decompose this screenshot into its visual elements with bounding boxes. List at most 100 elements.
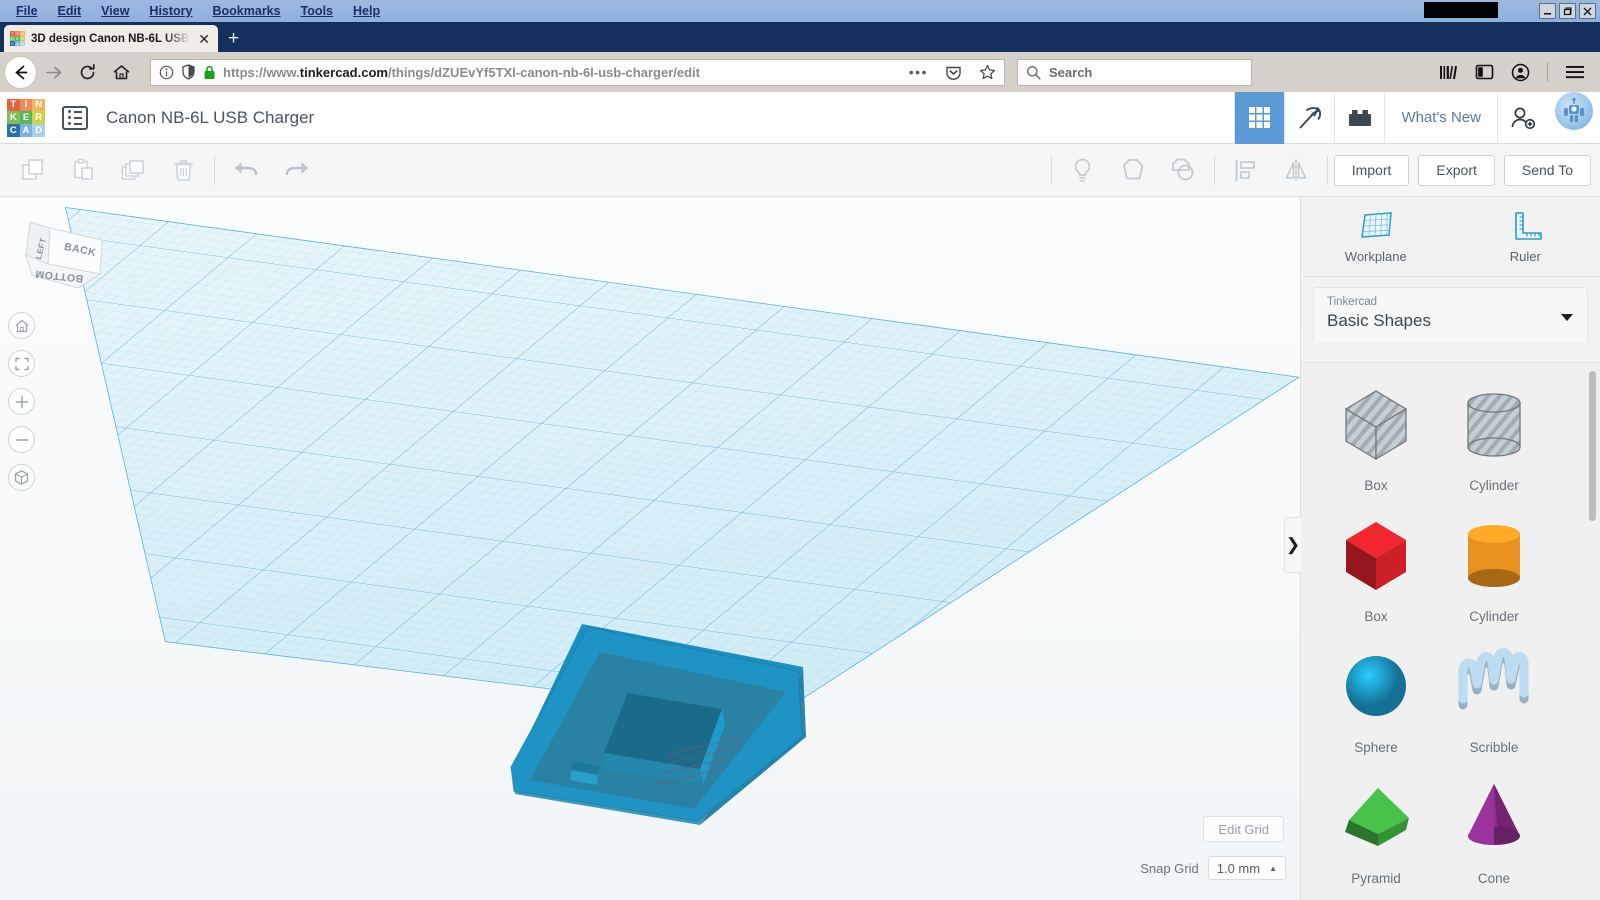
ruler-tool[interactable]: Ruler: [1451, 197, 1600, 276]
pocket-icon[interactable]: [945, 64, 962, 81]
logo-cell: K: [7, 111, 20, 124]
pickaxe-icon[interactable]: [1284, 91, 1334, 144]
menu-tools[interactable]: Tools: [291, 2, 343, 20]
shape-label: Box: [1364, 478, 1388, 493]
page-title[interactable]: Canon NB-6L USB Charger: [106, 108, 314, 128]
url-bar[interactable]: https://www.tinkercad.com/things/dZUEvYf…: [150, 58, 1005, 86]
sidebar-icon[interactable]: [1467, 55, 1501, 89]
ungroup-icon[interactable]: [1158, 144, 1208, 197]
align-icon[interactable]: [1221, 144, 1271, 197]
robot-avatar[interactable]: [1555, 91, 1593, 130]
project-menu-button[interactable]: [62, 105, 88, 130]
send-to-button[interactable]: Send To: [1503, 154, 1591, 186]
add-person-icon[interactable]: [1497, 91, 1547, 144]
library-select-wrap: Tinkercad Basic Shapes: [1301, 277, 1600, 342]
menu-bookmarks[interactable]: Bookmarks: [203, 2, 291, 20]
fit-view-icon[interactable]: [8, 350, 35, 377]
chevron-up-icon: ▲: [1269, 863, 1277, 873]
shape-item-pyramid[interactable]: Pyramid: [1317, 774, 1435, 886]
shape-item-cylinder-hole[interactable]: Cylinder: [1435, 381, 1553, 493]
window-menubar: File Edit View History Bookmarks Tools H…: [0, 0, 1600, 22]
shape-item-sphere[interactable]: Sphere: [1317, 643, 1435, 755]
box-hole-icon: [1333, 381, 1419, 467]
logo-cell: I: [19, 98, 33, 112]
shape-item-scribble[interactable]: Scribble: [1435, 643, 1553, 755]
workplane-scene: [65, 207, 1300, 825]
redo-icon[interactable]: [271, 144, 321, 197]
shield-icon[interactable]: [181, 64, 196, 80]
duplicate-icon[interactable]: [108, 144, 158, 197]
edit-grid-button[interactable]: Edit Grid: [1203, 816, 1284, 842]
sphere-icon: [1333, 643, 1419, 729]
logo-cell: N: [32, 98, 45, 112]
tab-strip: TINKERCAD 3D design Canon NB-6L USB C ✕ …: [0, 22, 1600, 52]
paste-icon[interactable]: [58, 144, 108, 197]
export-button[interactable]: Export: [1418, 154, 1495, 186]
workplane-tool[interactable]: Workplane: [1301, 197, 1451, 276]
cylinder-icon: [1451, 512, 1537, 598]
grid-icon[interactable]: [1234, 91, 1285, 144]
shape-item-box[interactable]: Box: [1317, 512, 1435, 624]
library-icon[interactable]: [1431, 55, 1465, 89]
workplane-label: Workplane: [1344, 248, 1407, 264]
shape-row: Box Cylinder: [1317, 381, 1585, 512]
snap-grid-select[interactable]: 1.0 mm ▲: [1207, 856, 1286, 880]
menu-icon[interactable]: [1558, 55, 1592, 89]
account-icon[interactable]: [1503, 55, 1537, 89]
import-button[interactable]: Import: [1333, 154, 1410, 186]
chevron-down-icon[interactable]: [1561, 314, 1573, 321]
minimize-button[interactable]: [1539, 3, 1556, 19]
shape-label: Cylinder: [1469, 609, 1519, 624]
menu-history[interactable]: History: [139, 2, 202, 20]
browser-tab[interactable]: TINKERCAD 3D design Canon NB-6L USB C ✕: [4, 25, 218, 52]
logo-cell: C: [7, 123, 20, 137]
whats-new-button[interactable]: What's New: [1384, 91, 1497, 144]
menu-help[interactable]: Help: [343, 2, 390, 20]
panel-tools: Workplane Ruler: [1301, 197, 1600, 277]
home-view-icon[interactable]: [8, 312, 35, 339]
cone-icon: [1451, 774, 1537, 860]
menu-file[interactable]: File: [6, 2, 48, 20]
ruler-label: Ruler: [1509, 248, 1541, 264]
menu-view[interactable]: View: [91, 2, 139, 20]
home-button[interactable]: [104, 55, 138, 89]
browser-search-bar[interactable]: Search: [1017, 58, 1252, 86]
panel-collapse-toggle[interactable]: ❯: [1284, 517, 1301, 573]
restore-button[interactable]: [1559, 3, 1576, 19]
new-tab-button[interactable]: +: [228, 29, 239, 48]
lightbulb-icon[interactable]: [1058, 144, 1108, 197]
shape-item-cone[interactable]: Cone: [1435, 774, 1553, 886]
perspective-icon[interactable]: [8, 464, 35, 491]
reload-button[interactable]: [70, 55, 104, 89]
close-button[interactable]: [1579, 3, 1596, 19]
info-icon[interactable]: [159, 65, 174, 80]
tinkercad-favicon: TINKERCAD: [10, 31, 25, 46]
close-icon[interactable]: ✕: [196, 32, 212, 46]
zoom-out-icon[interactable]: [8, 426, 35, 453]
logo-cell: E: [19, 111, 33, 124]
shapes-grid[interactable]: Box Cylinder Box Cylinder Sphere Scribble Pyra…: [1301, 362, 1600, 900]
shape-item-cylinder[interactable]: Cylinder: [1435, 512, 1553, 624]
menu-edit[interactable]: Edit: [48, 2, 92, 20]
copy-icon[interactable]: [8, 144, 58, 197]
shape-item-box-hole[interactable]: Box: [1317, 381, 1435, 493]
library-select[interactable]: Tinkercad Basic Shapes: [1313, 287, 1588, 342]
zoom-in-icon[interactable]: [8, 388, 35, 415]
group-icon[interactable]: [1108, 144, 1158, 197]
view-cube[interactable]: BACK LEFT BOTTOM: [18, 212, 123, 312]
back-button[interactable]: [5, 56, 36, 88]
shapes-scrollbar[interactable]: [1589, 371, 1596, 521]
app-header: TINKERCAD Canon NB-6L USB Charger What's…: [0, 91, 1600, 144]
lego-brick-icon[interactable]: [1334, 91, 1384, 144]
delete-icon[interactable]: [158, 144, 208, 197]
undo-icon[interactable]: [221, 144, 271, 197]
3d-viewport[interactable]: BACK LEFT BOTTOM Edit Grid Snap Grid 1.0…: [0, 197, 1300, 900]
page-actions-icon[interactable]: •••: [909, 64, 928, 80]
star-icon[interactable]: [979, 64, 996, 81]
logo-cell: D: [32, 123, 45, 137]
forward-button[interactable]: [36, 55, 70, 89]
padlock-icon[interactable]: [203, 65, 216, 80]
scribble-icon: [1451, 643, 1537, 729]
tinkercad-logo[interactable]: TINKERCAD: [7, 98, 45, 137]
mirror-icon[interactable]: [1271, 144, 1321, 197]
